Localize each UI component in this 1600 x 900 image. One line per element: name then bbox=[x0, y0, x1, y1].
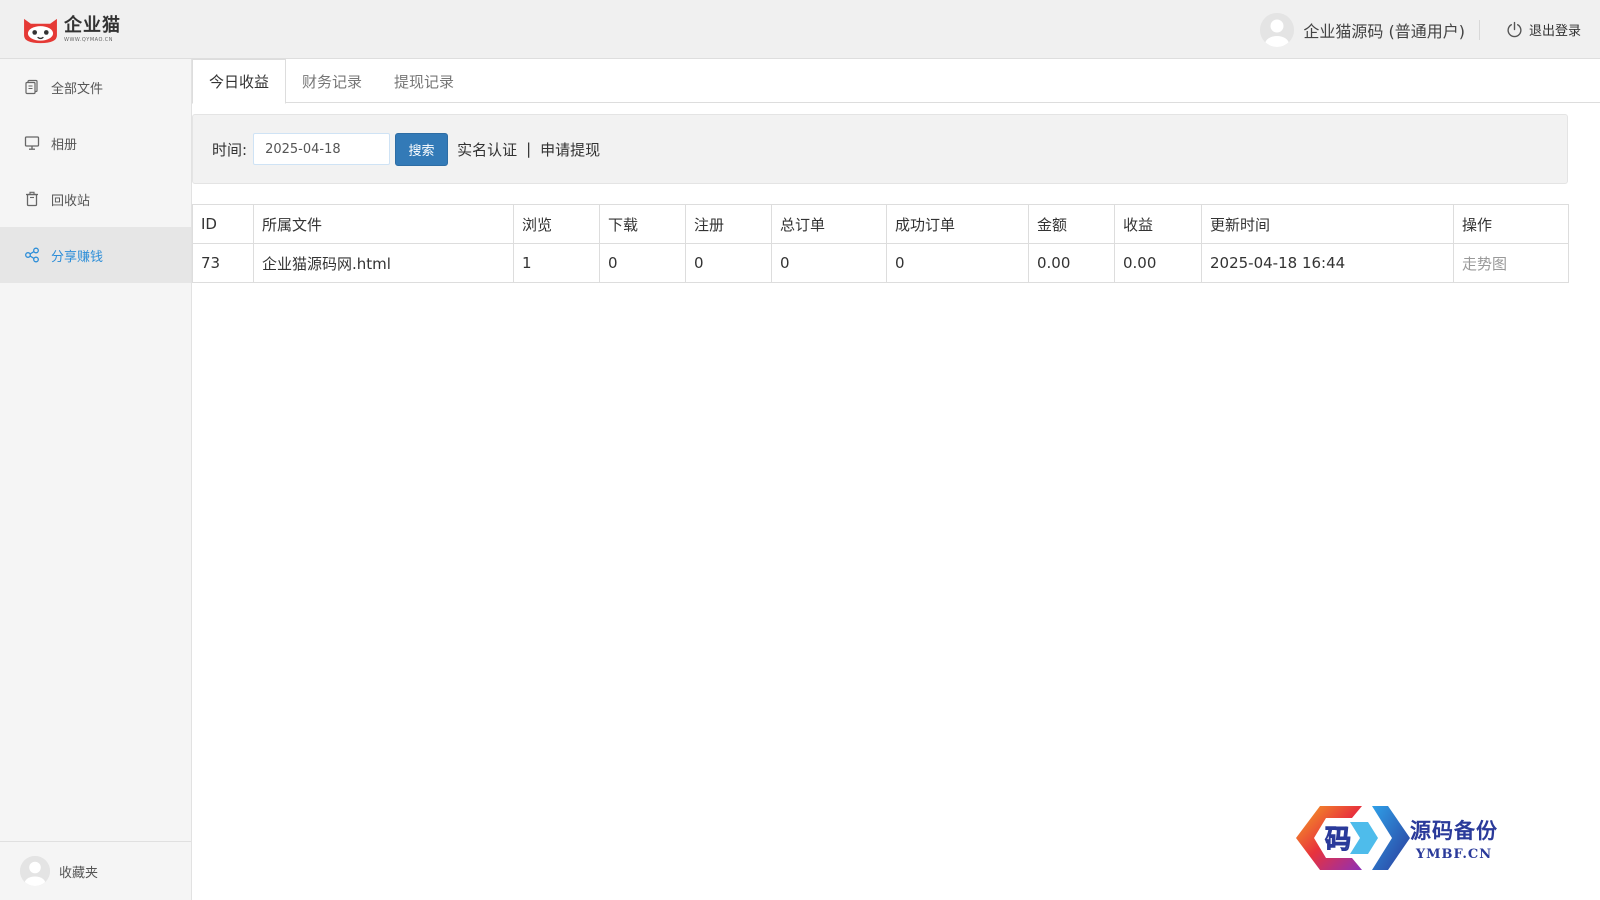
col-earnings: 收益 bbox=[1114, 204, 1202, 244]
sidebar-item-all-files[interactable]: 全部文件 bbox=[0, 59, 191, 115]
trend-chart-link[interactable]: 走势图 bbox=[1453, 243, 1569, 283]
cell-success-orders: 0 bbox=[886, 243, 1029, 283]
cell-earnings: 0.00 bbox=[1114, 243, 1202, 283]
tab-today-earnings[interactable]: 今日收益 bbox=[192, 59, 287, 104]
power-icon bbox=[1507, 21, 1522, 38]
favorites-label: 收藏夹 bbox=[59, 865, 99, 881]
cell-registrations: 0 bbox=[685, 243, 772, 283]
col-file: 所属文件 bbox=[253, 204, 514, 244]
monitor-icon bbox=[24, 136, 40, 150]
table-header-row: ID 所属文件 浏览 下载 注册 总订单 成功订单 金额 收益 更新时间 操作 bbox=[192, 204, 1569, 244]
col-id: ID bbox=[192, 204, 254, 244]
sidebar-item-recycle-bin[interactable]: 回收站 bbox=[0, 171, 191, 227]
avatar-icon bbox=[20, 856, 50, 886]
logo-url: WWW.QYMAO.CN bbox=[64, 37, 114, 43]
user-avatar[interactable] bbox=[1260, 12, 1295, 47]
verify-identity-link[interactable]: 实名认证 bbox=[457, 139, 517, 160]
search-bar: 时间: 搜索 实名认证 | 申请提现 bbox=[192, 114, 1568, 184]
logo-name: 企业猫 bbox=[64, 15, 121, 36]
cell-views: 1 bbox=[513, 243, 600, 283]
col-actions: 操作 bbox=[1453, 204, 1569, 244]
cell-updated-time: 2025-04-18 16:44 bbox=[1201, 243, 1454, 283]
link-separator: | bbox=[526, 140, 532, 158]
sidebar-item-label: 全部文件 bbox=[51, 81, 104, 97]
header-divider bbox=[1478, 19, 1480, 40]
sidebar-item-label: 分享赚钱 bbox=[51, 249, 104, 265]
cell-file: 企业猫源码网.html bbox=[253, 243, 514, 283]
files-icon bbox=[25, 79, 38, 95]
cell-downloads: 0 bbox=[599, 243, 686, 283]
col-downloads: 下载 bbox=[599, 204, 686, 244]
trash-icon bbox=[26, 191, 38, 207]
sidebar: 全部文件 相册 回收站 分享赚钱 收藏夹 bbox=[0, 59, 192, 900]
top-header: 企业猫 WWW.QYMAO.CN 企业猫源码 (普通用户) 退出登录 bbox=[0, 0, 1600, 59]
sidebar-item-album[interactable]: 相册 bbox=[0, 115, 191, 171]
watermark-glyph: 码 bbox=[1325, 825, 1351, 855]
favorites-avatar bbox=[20, 856, 50, 886]
earnings-table: ID 所属文件 浏览 下载 注册 总订单 成功订单 金额 收益 更新时间 操作 … bbox=[192, 204, 1569, 283]
sidebar-item-share-earn[interactable]: 分享赚钱 bbox=[0, 227, 191, 283]
favorites-item[interactable]: 收藏夹 bbox=[0, 841, 191, 900]
cell-amount: 0.00 bbox=[1028, 243, 1115, 283]
search-button[interactable]: 搜索 bbox=[395, 132, 449, 166]
logout-button[interactable]: 退出登录 bbox=[1506, 20, 1581, 39]
user-area: 企业猫源码 (普通用户) 退出登录 bbox=[1260, 0, 1600, 59]
user-name[interactable]: 企业猫源码 (普通用户) bbox=[1303, 18, 1465, 42]
cell-id: 73 bbox=[192, 243, 254, 283]
tab-withdraw-records[interactable]: 提现记录 bbox=[378, 59, 470, 103]
col-updated-time: 更新时间 bbox=[1201, 204, 1454, 244]
col-amount: 金额 bbox=[1028, 204, 1115, 244]
table-row: 73 企业猫源码网.html 1 0 0 0 0 0.00 0.00 2025-… bbox=[192, 243, 1569, 283]
col-total-orders: 总订单 bbox=[771, 204, 887, 244]
col-views: 浏览 bbox=[513, 204, 600, 244]
cell-total-orders: 0 bbox=[771, 243, 887, 283]
tab-finance-records[interactable]: 财务记录 bbox=[286, 59, 378, 103]
sidebar-item-label: 相册 bbox=[51, 137, 78, 153]
date-input[interactable] bbox=[253, 133, 391, 165]
watermark-en: YMBF.CN bbox=[1415, 846, 1493, 862]
col-success-orders: 成功订单 bbox=[886, 204, 1029, 244]
tab-bar: 今日收益 财务记录 提现记录 bbox=[192, 59, 1600, 104]
user-avatar-icon bbox=[1260, 12, 1295, 47]
watermark-logo: 码 源码备份 YMBF.CN bbox=[1292, 803, 1542, 873]
logo[interactable]: 企业猫 WWW.QYMAO.CN bbox=[21, 14, 121, 46]
apply-withdraw-link[interactable]: 申请提现 bbox=[540, 139, 600, 160]
code-backup-logo-icon: 码 bbox=[1296, 806, 1410, 870]
watermark-cn: 源码备份 bbox=[1410, 817, 1498, 843]
share-icon bbox=[25, 247, 39, 263]
logout-label: 退出登录 bbox=[1528, 24, 1581, 39]
cat-logo-icon bbox=[24, 18, 57, 43]
col-registrations: 注册 bbox=[685, 204, 772, 244]
sidebar-item-label: 回收站 bbox=[51, 193, 91, 209]
time-label: 时间: bbox=[212, 140, 248, 159]
